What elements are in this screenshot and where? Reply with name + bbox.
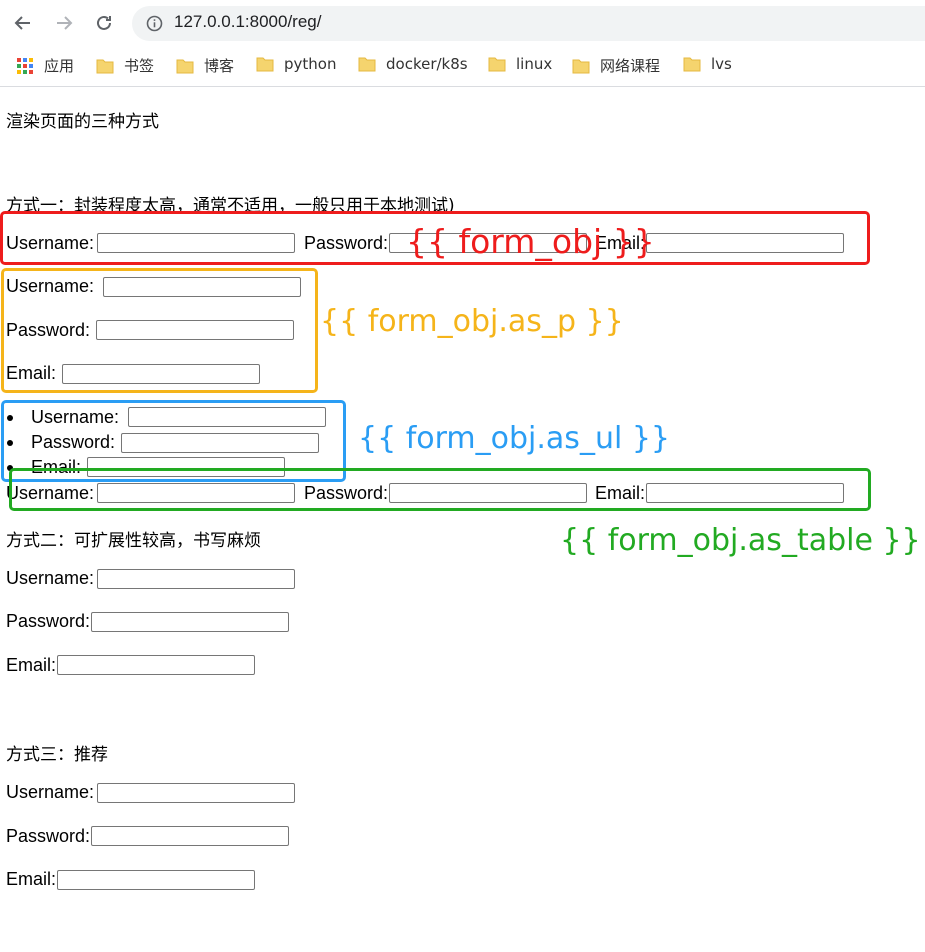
password-label: Password: [6,826,91,846]
as-p-highlight-box [1,268,318,393]
arrow-right-icon [57,16,73,30]
bookmark-label: docker/k8s [386,55,468,73]
password-input[interactable] [91,612,289,632]
password-input[interactable] [91,826,289,846]
form-obj-annotation: {{ form_obj }} [406,222,655,261]
url-text[interactable]: 127.0.0.1:8000/reg/ [174,12,321,32]
bookmark-folder[interactable]: 博客 [176,55,234,76]
bookmark-label: 网络课程 [600,57,661,75]
folder-icon [256,57,274,72]
bookmark-folder[interactable]: lvs [683,55,732,73]
info-icon[interactable] [146,15,163,32]
apps-grid-icon [17,57,33,74]
as-table-annotation: {{ form_obj.as_table }} [560,523,921,558]
bookmark-label: linux [516,55,553,73]
page-heading: 渲染页面的三种方式 [6,112,159,132]
folder-icon [683,57,701,72]
reload-button[interactable] [89,8,119,38]
bookmark-label: python [284,55,337,73]
back-button[interactable] [8,8,38,38]
as-p-annotation: {{ form_obj.as_p }} [320,304,624,339]
username-input[interactable] [97,783,295,803]
folder-icon [572,59,590,73]
bookmarks-bar: 应用 书签 博客 python docker/k8s linux 网络课程 lv… [0,46,925,87]
forward-button[interactable] [49,8,79,38]
email-label: Email: [6,655,57,675]
bookmark-folder[interactable]: docker/k8s [358,55,468,73]
bookmark-folder[interactable]: python [256,55,336,73]
username-input[interactable] [97,569,295,589]
folder-icon [176,59,194,73]
username-label: Username: [6,568,95,588]
browser-toolbar: 127.0.0.1:8000/reg/ [0,0,925,46]
arrow-left-icon [14,16,30,30]
username-label: Username: [6,782,95,802]
bookmark-folder[interactable]: 网络课程 [572,55,660,76]
bookmark-label: lvs [711,55,732,73]
password-label: Password: [6,611,91,631]
as-table-highlight-box [9,468,871,511]
email-input[interactable] [57,655,255,675]
as-ul-annotation: {{ form_obj.as_ul }} [358,421,670,456]
method3-heading: 方式三：推荐 [6,745,108,765]
email-label: Email: [6,869,57,889]
bookmark-label: 书签 [124,57,155,75]
folder-icon [488,57,506,72]
folder-icon [96,59,114,73]
method2-heading: 方式二：可扩展性较高，书写麻烦 [6,531,261,551]
bookmark-label: 应用 [44,57,75,75]
address-bar[interactable]: 127.0.0.1:8000/reg/ [132,6,925,41]
bookmark-apps[interactable]: 应用 [16,55,74,76]
reload-icon [97,15,111,30]
bookmark-folder[interactable]: 书签 [96,55,154,76]
folder-icon [358,57,376,72]
email-input[interactable] [57,870,255,890]
bookmark-folder[interactable]: linux [488,55,552,73]
bookmark-label: 博客 [204,57,235,75]
